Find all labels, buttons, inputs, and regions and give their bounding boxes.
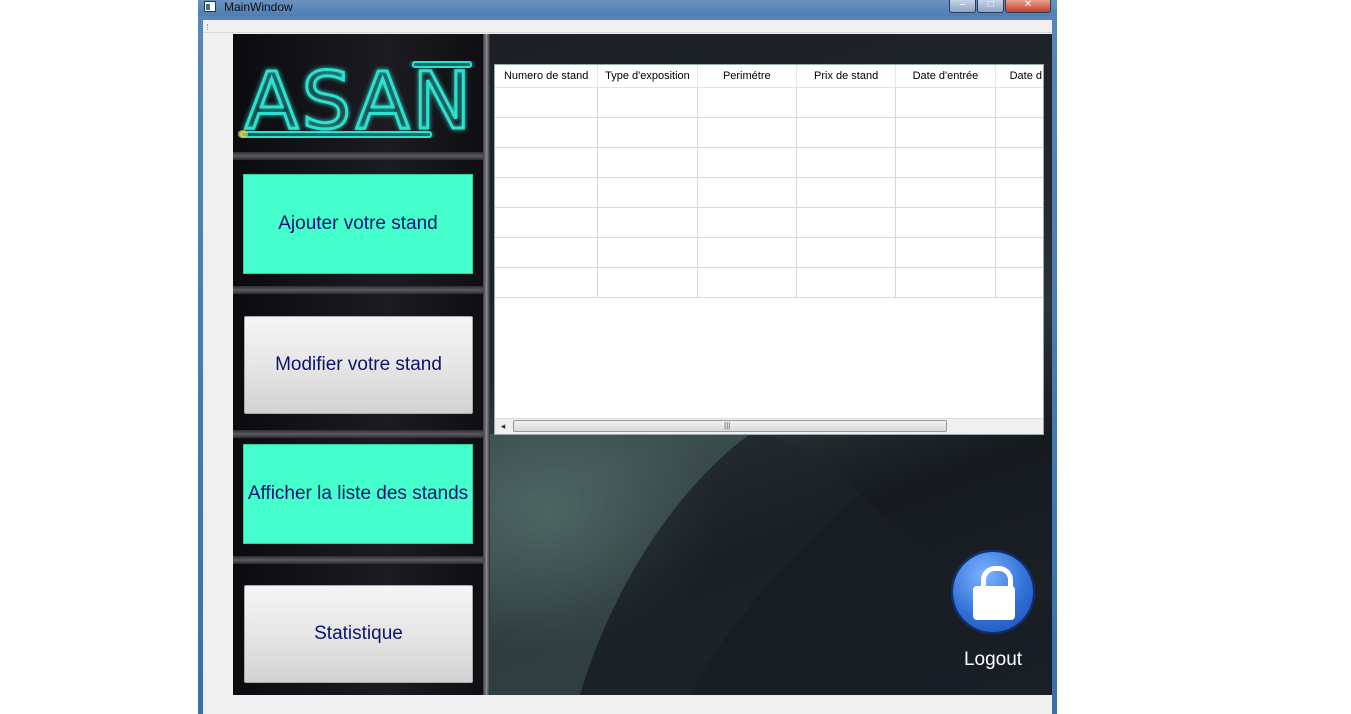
table-cell[interactable] [495, 118, 599, 147]
table-cell[interactable] [797, 118, 897, 147]
table-row[interactable] [495, 88, 1043, 118]
toolbar-grip[interactable] [207, 24, 211, 30]
column-header[interactable]: Numero de stand [495, 65, 599, 87]
sidebar-divider [233, 152, 490, 160]
minimize-button[interactable]: – [949, 0, 976, 13]
app-window: MainWindow – □ ✕ ASAN Ajouter votre stan… [198, 0, 1057, 714]
column-header[interactable]: Perimétre [698, 65, 797, 87]
table-cell[interactable] [896, 148, 996, 177]
table-body [495, 88, 1043, 298]
horizontal-scrollbar[interactable]: ◂ ||| [495, 418, 1043, 434]
close-button[interactable]: ✕ [1005, 0, 1051, 13]
asan-logo: ASAN [238, 58, 473, 144]
logout-button[interactable] [951, 550, 1035, 634]
scroll-left-icon[interactable]: ◂ [497, 420, 509, 433]
table-cell[interactable] [996, 208, 1043, 237]
table-cell[interactable] [698, 118, 797, 147]
table-cell[interactable] [797, 208, 897, 237]
sidebar-divider [233, 286, 490, 294]
table-cell[interactable] [896, 268, 996, 297]
table-cell[interactable] [996, 178, 1043, 207]
table-cell[interactable] [598, 118, 698, 147]
scrollbar-thumb[interactable]: ||| [513, 420, 947, 432]
table-cell[interactable] [996, 118, 1043, 147]
table-cell[interactable] [698, 148, 797, 177]
column-header[interactable]: Prix de stand [797, 65, 897, 87]
sidebar-edge [483, 34, 490, 695]
table-cell[interactable] [797, 178, 897, 207]
sidebar-divider [233, 430, 490, 438]
table-cell[interactable] [698, 268, 797, 297]
client-area: ASAN Ajouter votre stand Modifier votre … [203, 20, 1052, 714]
table-cell[interactable] [598, 148, 698, 177]
table-cell[interactable] [495, 238, 599, 267]
toolbar-divider [203, 32, 1052, 33]
table-header: Numero de stand Type d'exposition Perimé… [495, 65, 1043, 88]
table-row[interactable] [495, 208, 1043, 238]
table-cell[interactable] [996, 268, 1043, 297]
table-row[interactable] [495, 118, 1043, 148]
column-header[interactable]: Type d'exposition [598, 65, 698, 87]
table-row[interactable] [495, 178, 1043, 208]
table-cell[interactable] [797, 238, 897, 267]
table-cell[interactable] [495, 88, 599, 117]
window-title: MainWindow [224, 0, 293, 14]
table-cell[interactable] [698, 208, 797, 237]
app-icon [204, 1, 216, 12]
table-cell[interactable] [698, 238, 797, 267]
table-cell[interactable] [896, 208, 996, 237]
add-stand-button[interactable]: Ajouter votre stand [243, 174, 473, 274]
table-cell[interactable] [598, 178, 698, 207]
stands-table[interactable]: Numero de stand Type d'exposition Perimé… [494, 64, 1044, 435]
table-cell[interactable] [598, 268, 698, 297]
table-cell[interactable] [896, 178, 996, 207]
table-cell[interactable] [495, 268, 599, 297]
table-cell[interactable] [698, 178, 797, 207]
table-row[interactable] [495, 238, 1043, 268]
table-cell[interactable] [896, 88, 996, 117]
table-cell[interactable] [598, 238, 698, 267]
column-header[interactable]: Date d'entrée [896, 65, 996, 87]
sidebar-divider [233, 556, 490, 564]
table-cell[interactable] [996, 148, 1043, 177]
edit-stand-button[interactable]: Modifier votre stand [244, 316, 473, 414]
title-bar[interactable]: MainWindow – □ ✕ [198, 0, 1057, 16]
central-widget: ASAN Ajouter votre stand Modifier votre … [233, 34, 1052, 695]
table-cell[interactable] [797, 268, 897, 297]
table-cell[interactable] [598, 208, 698, 237]
table-row[interactable] [495, 148, 1043, 178]
lock-icon [973, 586, 1015, 620]
list-stands-button[interactable]: Afficher la liste des stands [243, 444, 473, 544]
table-cell[interactable] [495, 208, 599, 237]
table-cell[interactable] [996, 88, 1043, 117]
table-cell[interactable] [996, 238, 1043, 267]
table-cell[interactable] [896, 238, 996, 267]
column-header[interactable]: Date d [996, 65, 1043, 87]
logout-label[interactable]: Logout [933, 649, 1052, 671]
table-cell[interactable] [896, 118, 996, 147]
table-cell[interactable] [698, 88, 797, 117]
table-cell[interactable] [598, 88, 698, 117]
statistics-button[interactable]: Statistique [244, 585, 473, 683]
table-cell[interactable] [797, 148, 897, 177]
table-cell[interactable] [495, 178, 599, 207]
table-cell[interactable] [797, 88, 897, 117]
table-row[interactable] [495, 268, 1043, 298]
grip-icon: ||| [724, 421, 731, 430]
maximize-button[interactable]: □ [977, 0, 1004, 13]
sidebar: ASAN Ajouter votre stand Modifier votre … [233, 34, 490, 695]
table-cell[interactable] [495, 148, 599, 177]
